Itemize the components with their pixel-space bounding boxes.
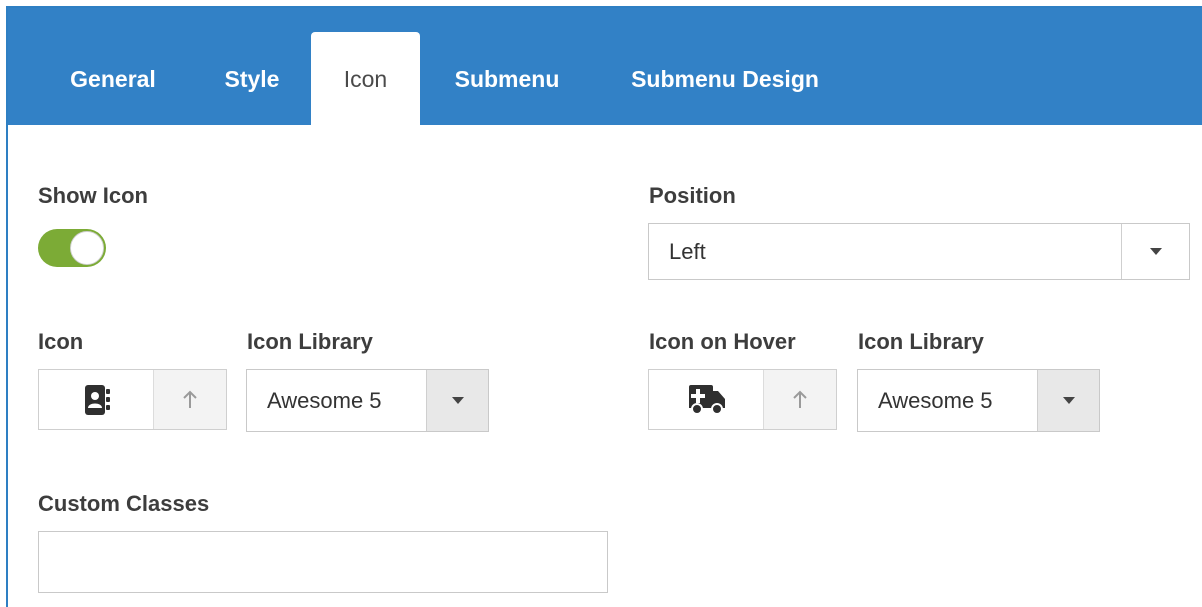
icon-library-value: Awesome 5	[267, 387, 382, 413]
chevron-down-icon	[451, 397, 464, 404]
tab-style[interactable]: Style	[206, 8, 298, 125]
tab-content-icon: Show Icon Position Left Icon Icon Librar…	[8, 125, 1202, 607]
hover-icon-upload-button[interactable]	[763, 370, 836, 429]
icon-library-select[interactable]: Awesome 5	[246, 369, 489, 432]
icon-library-label: Icon Library	[247, 329, 373, 354]
show-icon-toggle[interactable]	[38, 229, 106, 267]
icon-on-hover-label: Icon on Hover	[649, 329, 796, 354]
tab-bar: General Style Icon Submenu Submenu Desig…	[8, 8, 1202, 127]
address-book-icon	[39, 370, 154, 429]
arrow-up-icon	[793, 390, 807, 408]
icon-picker[interactable]	[38, 369, 227, 430]
tab-submenu-design[interactable]: Submenu Design	[612, 8, 838, 125]
tab-submenu[interactable]: Submenu	[436, 8, 578, 125]
chevron-down-icon	[1062, 397, 1075, 404]
toggle-knob	[70, 231, 104, 265]
show-icon-label: Show Icon	[38, 183, 148, 208]
icon-library-dropdown-button[interactable]	[426, 370, 488, 431]
chevron-down-icon	[1149, 248, 1162, 255]
custom-classes-label: Custom Classes	[38, 491, 210, 516]
hover-icon-library-value: Awesome 5	[878, 387, 993, 413]
position-select[interactable]: Left	[648, 223, 1190, 280]
ambulance-icon	[649, 370, 764, 429]
settings-panel: General Style Icon Submenu Submenu Desig…	[6, 6, 1202, 607]
position-dropdown-button[interactable]	[1121, 224, 1189, 279]
custom-classes-input[interactable]	[38, 531, 608, 593]
tab-general[interactable]: General	[42, 8, 184, 125]
position-label: Position	[649, 183, 736, 208]
hover-icon-library-dropdown-button[interactable]	[1037, 370, 1099, 431]
tab-icon[interactable]: Icon	[311, 32, 420, 127]
icon-label: Icon	[38, 329, 84, 354]
hover-icon-library-label: Icon Library	[858, 329, 984, 354]
icon-upload-button[interactable]	[153, 370, 226, 429]
hover-icon-picker[interactable]	[648, 369, 837, 430]
hover-icon-library-select[interactable]: Awesome 5	[857, 369, 1100, 432]
position-value: Left	[669, 238, 706, 264]
arrow-up-icon	[183, 390, 197, 408]
